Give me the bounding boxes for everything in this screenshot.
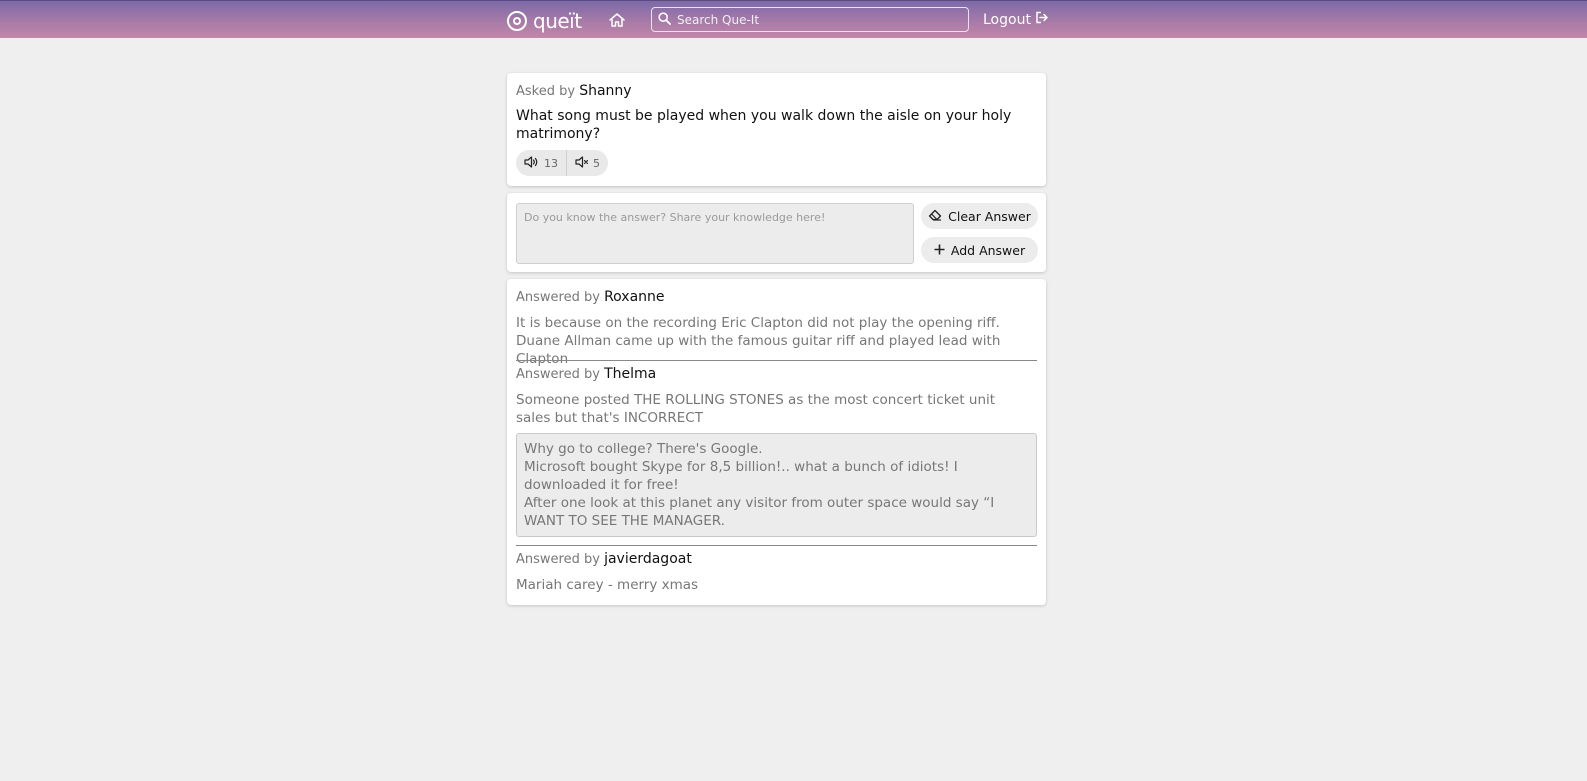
navbar-content: queït Logout <box>507 1 1049 38</box>
question-text: What song must be played when you walk d… <box>516 108 1012 142</box>
add-answer-button[interactable]: Add Answer <box>921 237 1038 263</box>
asked-by-prefix: Asked by <box>516 84 576 99</box>
clear-answer-label: Clear Answer <box>948 208 1031 224</box>
volume-up-icon <box>524 155 540 171</box>
answer-author[interactable]: Thelma <box>604 366 656 382</box>
plus-icon <box>934 243 945 258</box>
upvote-button[interactable]: 13 <box>516 150 566 176</box>
answer-author[interactable]: javierdagoat <box>604 551 692 567</box>
vote-group: 13 5 <box>516 150 608 176</box>
home-icon[interactable] <box>608 12 626 28</box>
brand-logo[interactable]: queït <box>507 9 582 33</box>
quote-line: Microsoft bought Skype for 8,5 billion!.… <box>524 459 958 493</box>
search-bar <box>651 7 969 32</box>
search-icon <box>658 10 671 29</box>
question-card: Asked by Shanny What song must be played… <box>507 73 1046 186</box>
answer-author[interactable]: Roxanne <box>604 289 664 305</box>
quote-line: After one look at this planet any visito… <box>524 495 995 529</box>
question-author[interactable]: Shanny <box>579 83 631 99</box>
eraser-icon <box>928 209 942 224</box>
top-navbar: queït Logout <box>0 0 1587 38</box>
add-answer-label: Add Answer <box>950 242 1026 258</box>
volume-mute-icon <box>575 155 589 171</box>
search-input[interactable] <box>675 11 959 28</box>
answer-divider <box>516 545 1037 546</box>
logout-button[interactable]: Logout <box>983 11 1049 28</box>
logo-icon <box>507 11 527 31</box>
answer-input[interactable] <box>516 203 914 264</box>
downvote-count: 5 <box>593 156 600 170</box>
upvote-count: 13 <box>544 156 558 170</box>
clear-answer-button[interactable]: Clear Answer <box>921 203 1038 229</box>
answer-author-line: Answered by Roxanne <box>516 289 665 305</box>
downvote-button[interactable]: 5 <box>566 150 608 176</box>
answer-divider <box>516 360 1037 361</box>
answer-text: Mariah carey - merry xmas <box>516 577 699 593</box>
answer-text: Someone posted THE ROLLING STONES as the… <box>516 392 996 426</box>
question-author-line: Asked by Shanny <box>516 83 632 99</box>
answer-quote-block: Why go to college? There's Google. Micro… <box>516 433 1037 537</box>
answered-by-prefix: Answered by <box>516 367 600 382</box>
answer-form-card: Clear Answer Add Answer <box>507 193 1046 272</box>
answers-card: Answered by Roxanne It is because on the… <box>507 279 1046 605</box>
brand-name: queït <box>533 9 582 33</box>
answered-by-prefix: Answered by <box>516 552 600 567</box>
logout-icon <box>1035 11 1049 28</box>
logout-label: Logout <box>983 11 1031 28</box>
answered-by-prefix: Answered by <box>516 290 600 305</box>
answer-author-line: Answered by javierdagoat <box>516 551 692 567</box>
quote-line: Why go to college? There's Google. <box>524 441 763 457</box>
answer-author-line: Answered by Thelma <box>516 366 656 382</box>
